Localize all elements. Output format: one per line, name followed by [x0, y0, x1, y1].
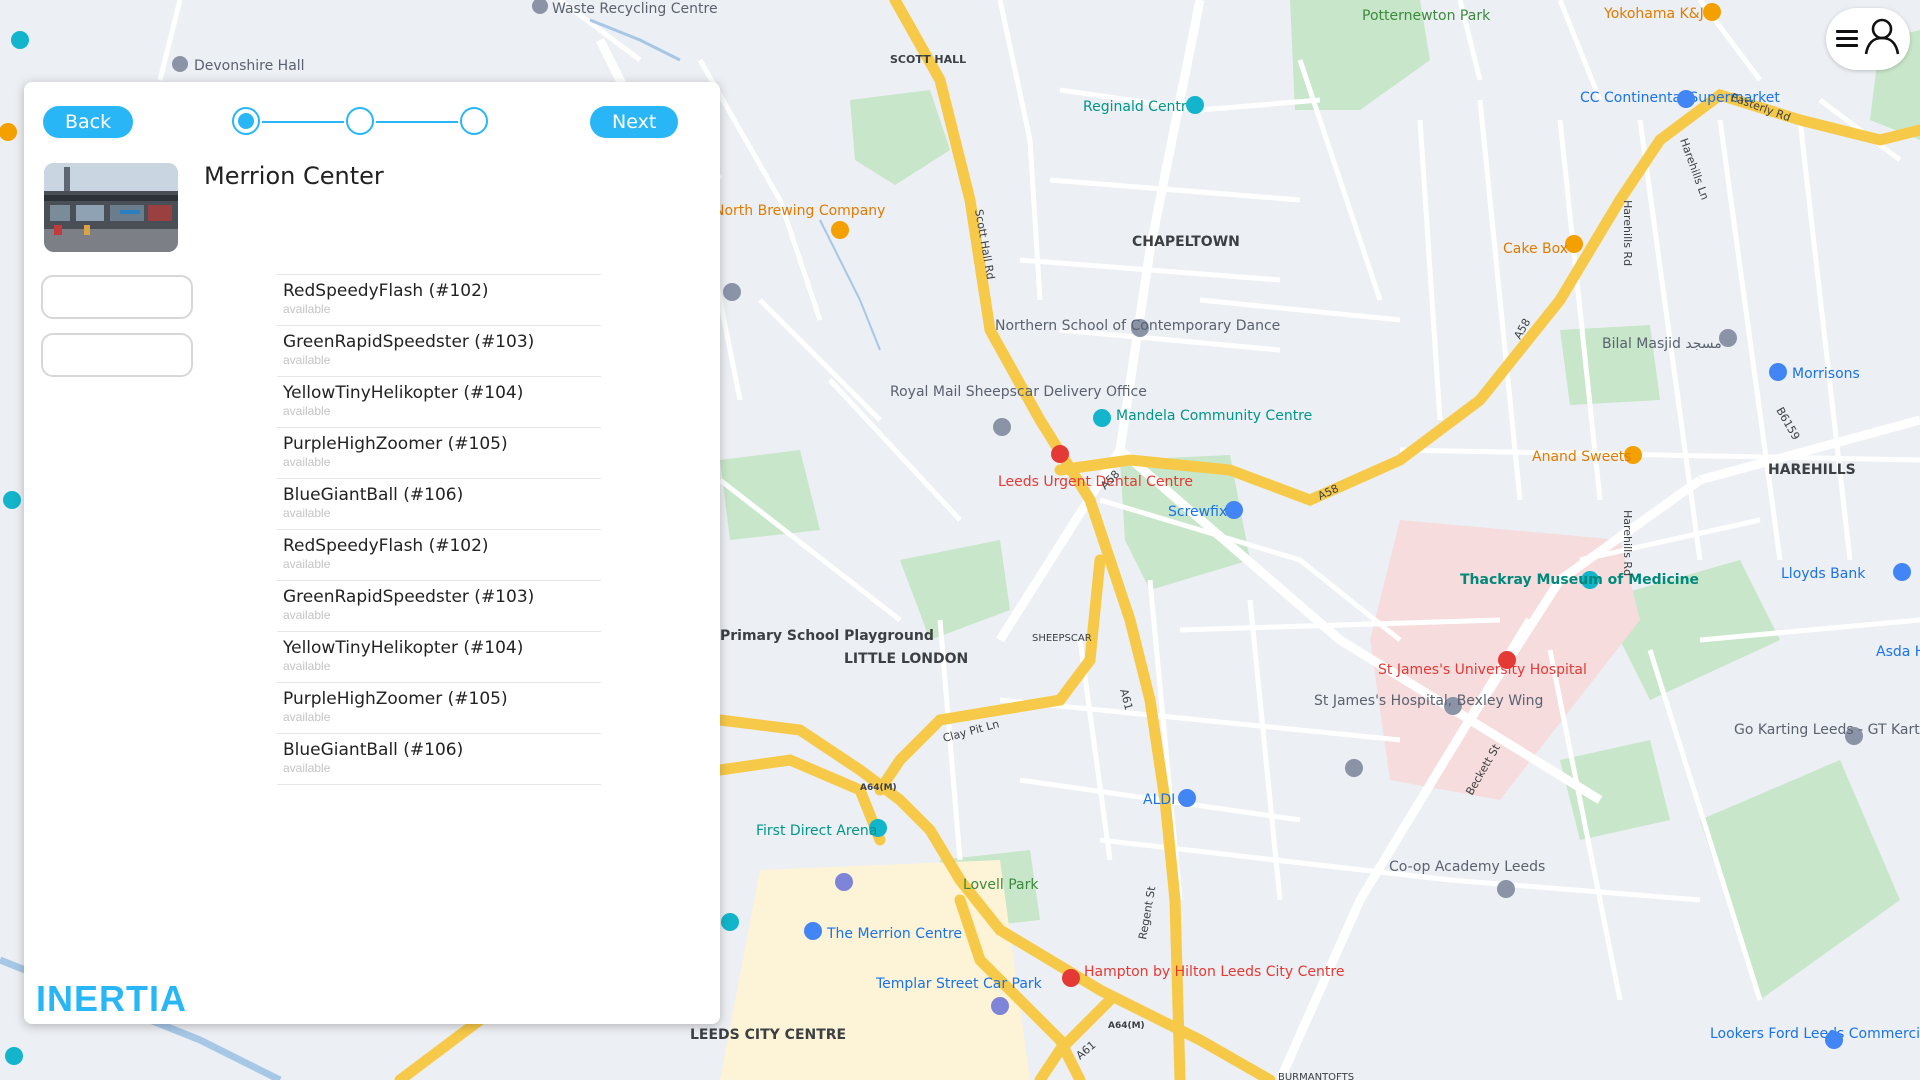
svg-text:St James's Hospital, Bexley Wi: St James's Hospital, Bexley Wing: [1314, 693, 1543, 709]
filter-field[interactable]: [41, 333, 193, 377]
step-connector: [376, 121, 458, 123]
vehicle-item[interactable]: YellowTinyHelikopter (#104) available: [277, 632, 601, 683]
svg-text:Northern School of Contemporar: Northern School of Contemporary Dance: [995, 318, 1280, 334]
vehicle-name: BlueGiantBall (#106): [283, 485, 464, 505]
location-title: Merrion Center: [204, 162, 384, 190]
svg-text:Devonshire Hall: Devonshire Hall: [194, 58, 305, 74]
vehicle-item[interactable]: PurpleHighZoomer (#105) available: [277, 683, 601, 734]
svg-text:Co-op Academy Leeds: Co-op Academy Leeds: [1389, 859, 1545, 875]
vehicle-status: available: [283, 710, 331, 724]
vehicle-status: available: [283, 455, 331, 469]
svg-text:Royal Mail Sheepscar Delivery: Royal Mail Sheepscar Delivery Office: [890, 384, 1147, 400]
step-connector: [262, 121, 344, 123]
step-2-indicator[interactable]: [346, 107, 374, 135]
svg-text:ALDI: ALDI: [1143, 792, 1175, 808]
svg-text:Go Karting Leeds - GT Karting: Go Karting Leeds - GT Karting: [1734, 722, 1920, 738]
vehicle-status: available: [283, 404, 331, 418]
vehicle-name: GreenRapidSpeedster (#103): [283, 587, 535, 607]
filter-field[interactable]: [41, 275, 193, 319]
svg-text:Potternewton Park: Potternewton Park: [1362, 8, 1491, 24]
vehicle-status: available: [283, 353, 331, 367]
vehicle-status: available: [283, 608, 331, 622]
svg-text:North Brewing Company: North Brewing Company: [714, 203, 885, 219]
vehicle-item[interactable]: RedSpeedyFlash (#102) available: [277, 275, 601, 326]
svg-text:LEEDS CITY CENTRE: LEEDS CITY CENTRE: [690, 1027, 846, 1043]
brand-logo: INERTIA: [36, 978, 187, 1019]
back-button[interactable]: Back: [43, 106, 134, 138]
svg-text:Reginald Centre: Reginald Centre: [1083, 99, 1195, 115]
svg-text:BURMANTOFTS: BURMANTOFTS: [1278, 1072, 1354, 1080]
svg-text:Harehills Rd: Harehills Rd: [1621, 510, 1634, 576]
svg-text:Leeds Urgent Dental Centre: Leeds Urgent Dental Centre: [998, 474, 1193, 490]
vehicle-name: RedSpeedyFlash (#102): [283, 536, 489, 556]
vehicle-name: BlueGiantBall (#106): [283, 740, 464, 760]
svg-text:SHEEPSCAR: SHEEPSCAR: [1032, 633, 1092, 644]
svg-text:Cake Box: Cake Box: [1503, 241, 1568, 257]
svg-text:LITTLE LONDON: LITTLE LONDON: [844, 651, 968, 667]
vehicle-name: YellowTinyHelikopter (#104): [283, 383, 524, 403]
user-icon: [1864, 18, 1900, 55]
svg-text:Screwfix: Screwfix: [1168, 504, 1227, 520]
svg-text:Lovell Park: Lovell Park: [963, 877, 1039, 893]
svg-text:Asda Ha Super: Asda Ha Super: [1876, 644, 1920, 660]
svg-text:First Direct Arena: First Direct Arena: [756, 823, 877, 839]
vehicle-name: GreenRapidSpeedster (#103): [283, 332, 535, 352]
vehicle-item[interactable]: YellowTinyHelikopter (#104) available: [277, 377, 601, 428]
svg-text:Anand Sweets: Anand Sweets: [1532, 449, 1632, 465]
svg-text:Lloyds Bank: Lloyds Bank: [1781, 566, 1866, 582]
vehicle-status: available: [283, 761, 331, 775]
svg-text:A64(M): A64(M): [860, 783, 897, 793]
svg-text:The Merrion Centre: The Merrion Centre: [826, 926, 962, 942]
vehicle-item[interactable]: RedSpeedyFlash (#102) available: [277, 530, 601, 581]
svg-text:Bilal Masjid مسجد: Bilal Masjid مسجد: [1602, 336, 1722, 352]
svg-text:Waste Recycling Centre: Waste Recycling Centre: [552, 1, 718, 17]
svg-text:Primary School Playground: Primary School Playground: [720, 628, 934, 644]
svg-text:Mandela Community Centre: Mandela Community Centre: [1116, 408, 1312, 424]
svg-text:Lookers Ford Leeds Commercial: Lookers Ford Leeds Commercial: [1710, 1026, 1920, 1042]
next-button[interactable]: Next: [590, 106, 679, 138]
vehicle-item[interactable]: GreenRapidSpeedster (#103) available: [277, 326, 601, 377]
vehicle-name: PurpleHighZoomer (#105): [283, 689, 508, 709]
vehicle-name: RedSpeedyFlash (#102): [283, 281, 489, 301]
svg-text:St James's University Hospital: St James's University Hospital: [1378, 662, 1587, 678]
hamburger-icon: [1836, 30, 1858, 48]
vehicle-item[interactable]: PurpleHighZoomer (#105) available: [277, 428, 601, 479]
progress-stepper: [232, 106, 516, 140]
account-menu-button[interactable]: [1826, 8, 1910, 70]
svg-text:Hampton by Hilton Leeds City C: Hampton by Hilton Leeds City Centre: [1084, 964, 1344, 980]
vehicle-status: available: [283, 302, 331, 316]
vehicle-item[interactable]: BlueGiantBall (#106) available: [277, 734, 601, 785]
vehicle-status: available: [283, 557, 331, 571]
step-3-indicator[interactable]: [460, 107, 488, 135]
station-panel: Back Next Merrion Center RedSpeedyFlash: [24, 82, 720, 1024]
svg-text:Yokohama K&J: Yokohama K&J: [1603, 6, 1704, 22]
svg-text:CHAPELTOWN: CHAPELTOWN: [1132, 234, 1240, 250]
svg-text:Thackray Museum of Medicine: Thackray Museum of Medicine: [1460, 572, 1699, 588]
vehicle-status: available: [283, 659, 331, 673]
svg-text:Templar Street Car Park: Templar Street Car Park: [875, 976, 1043, 992]
svg-text:HAREHILLS: HAREHILLS: [1768, 462, 1856, 478]
vehicle-status: available: [283, 506, 331, 520]
vehicle-list: RedSpeedyFlash (#102) available GreenRapi…: [277, 274, 601, 785]
vehicle-item[interactable]: GreenRapidSpeedster (#103) available: [277, 581, 601, 632]
svg-text:SCOTT HALL: SCOTT HALL: [890, 53, 966, 66]
svg-text:A64(M): A64(M): [1108, 1021, 1145, 1031]
step-1-indicator[interactable]: [232, 107, 260, 135]
svg-text:Morrisons: Morrisons: [1792, 366, 1860, 382]
vehicle-name: YellowTinyHelikopter (#104): [283, 638, 524, 658]
svg-text:Harehills Rd: Harehills Rd: [1621, 200, 1634, 266]
vehicle-name: PurpleHighZoomer (#105): [283, 434, 508, 454]
vehicle-item[interactable]: BlueGiantBall (#106) available: [277, 479, 601, 530]
location-photo: [44, 163, 178, 252]
